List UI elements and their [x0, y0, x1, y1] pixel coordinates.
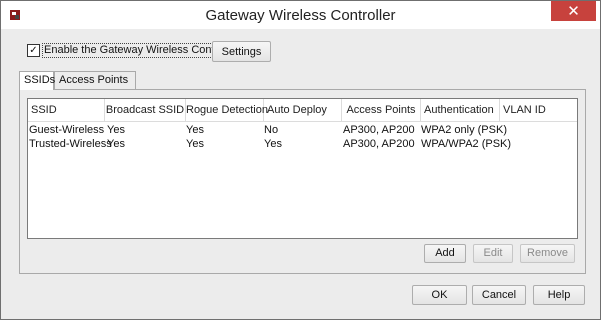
remove-button[interactable]: Remove — [520, 244, 575, 263]
column-header-broadcast-ssid[interactable]: Broadcast SSID — [105, 99, 186, 121]
column-header-vlan-id[interactable]: VLAN ID — [500, 99, 577, 121]
tab-access-points[interactable]: Access Points — [54, 71, 136, 89]
dialog-window: Gateway Wireless Controller ✕ ✓ Enable t… — [0, 0, 601, 320]
column-header-ssid[interactable]: SSID — [28, 99, 105, 121]
window-title: Gateway Wireless Controller — [205, 7, 396, 24]
enable-controller-checkbox[interactable]: ✓ — [27, 44, 40, 57]
cell-ssid: Trusted-Wireless — [29, 138, 112, 150]
cell-rogue-detection: Yes — [186, 138, 204, 150]
cell-authentication: WPA2 only (PSK) — [421, 124, 507, 136]
close-icon: ✕ — [567, 2, 580, 20]
ok-button[interactable]: OK — [412, 285, 467, 305]
cell-authentication: WPA/WPA2 (PSK) — [421, 138, 512, 150]
tab-ssids[interactable]: SSIDs — [19, 71, 55, 90]
close-button[interactable]: ✕ — [551, 1, 596, 21]
column-header-auto-deploy[interactable]: Auto Deploy — [264, 99, 342, 121]
cell-broadcast-ssid: Yes — [107, 138, 125, 150]
edit-button[interactable]: Edit — [473, 244, 513, 263]
column-header-authentication[interactable]: Authentication — [421, 99, 500, 121]
add-button[interactable]: Add — [424, 244, 466, 263]
settings-button[interactable]: Settings — [212, 41, 271, 62]
cell-access-points: AP300, AP200 — [343, 124, 415, 136]
title-bar: Gateway Wireless Controller ✕ — [1, 1, 600, 29]
cancel-button[interactable]: Cancel — [472, 285, 526, 305]
cell-ssid: Guest-Wireless — [29, 124, 105, 136]
cell-access-points: AP300, AP200 — [343, 138, 415, 150]
cell-rogue-detection: Yes — [186, 124, 204, 136]
column-header-access-points[interactable]: Access Points — [342, 99, 421, 121]
checkmark-icon: ✓ — [29, 45, 38, 56]
cell-broadcast-ssid: Yes — [107, 124, 125, 136]
help-button[interactable]: Help — [533, 285, 585, 305]
cell-auto-deploy: Yes — [264, 138, 282, 150]
table-row[interactable]: Guest-Wireless Yes Yes No AP300, AP200 W… — [28, 123, 577, 137]
column-header-rogue-detection[interactable]: Rogue Detection — [186, 99, 268, 121]
cell-auto-deploy: No — [264, 124, 279, 136]
ssids-panel: SSID Broadcast SSID Rogue Detection Auto… — [19, 89, 586, 274]
table-row[interactable]: Trusted-Wireless Yes Yes Yes AP300, AP20… — [28, 137, 577, 151]
table-header: SSID Broadcast SSID Rogue Detection Auto… — [28, 99, 577, 122]
ssid-table: SSID Broadcast SSID Rogue Detection Auto… — [27, 98, 578, 239]
